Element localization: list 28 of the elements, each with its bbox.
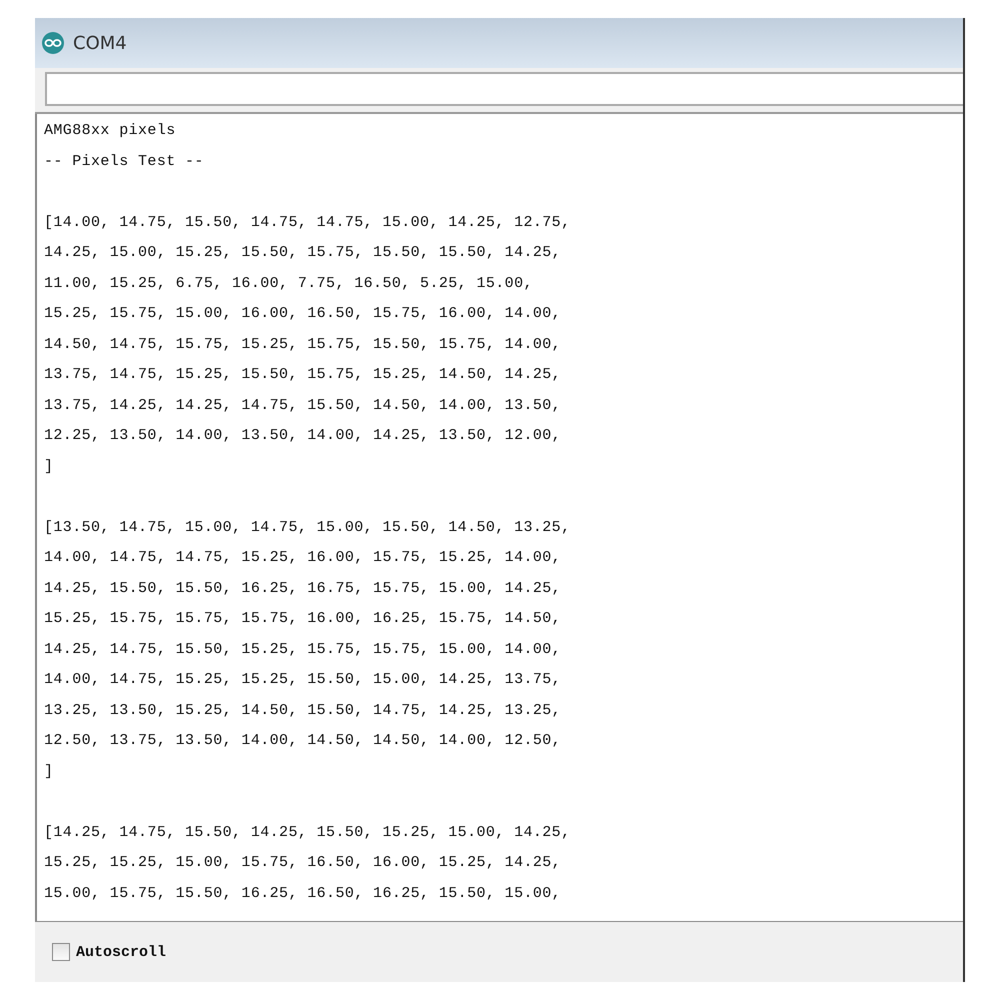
autoscroll-label: Autoscroll <box>76 944 166 960</box>
output-line: 13.25, 13.50, 15.25, 14.50, 15.50, 14.75, 14.25, 13.25, <box>44 700 562 720</box>
output-line: 14.50, 14.75, 15.75, 15.25, 15.75, 15.50, 15.75, 14.00, <box>44 334 562 354</box>
output-line: 15.25, 15.75, 15.00, 16.00, 16.50, 15.75, 16.00, 14.00, <box>44 304 562 324</box>
output-line: 14.25, 14.75, 15.50, 15.25, 15.75, 15.75, 15.00, 14.00, <box>44 640 562 660</box>
output-line: 14.00, 14.75, 14.75, 15.25, 16.00, 15.75, 15.25, 14.00, <box>44 548 562 568</box>
output-line: [13.50, 14.75, 15.00, 14.75, 15.00, 15.50, 14.50, 13.25, <box>44 518 572 538</box>
output-line: ] <box>44 762 54 782</box>
output-line: 14.25, 15.00, 15.25, 15.50, 15.75, 15.50, 15.50, 14.25, <box>44 243 562 263</box>
output-line: [14.25, 14.75, 15.50, 14.25, 15.50, 15.25, 15.00, 14.25, <box>44 822 572 842</box>
output-line: [14.00, 14.75, 15.50, 14.75, 14.75, 15.00, 14.25, 12.75, <box>44 212 572 232</box>
output-line: 13.75, 14.25, 14.25, 14.75, 15.50, 14.50, 14.00, 13.50, <box>44 396 562 416</box>
output-line: -- Pixels Test -- <box>44 152 205 172</box>
output-line: 15.25, 15.25, 15.00, 15.75, 16.50, 16.00, 15.25, 14.25, <box>44 853 562 873</box>
output-line: 13.75, 14.75, 15.25, 15.50, 15.75, 15.25, 14.50, 14.25, <box>44 365 562 385</box>
output-line: AMG88xx pixels <box>44 121 177 141</box>
window-title: COM4 <box>73 32 127 54</box>
output-line: 14.00, 14.75, 15.25, 15.25, 15.50, 15.00, 14.25, 13.75, <box>44 670 562 690</box>
infinity-logo-icon <box>41 31 65 55</box>
output-line: 12.25, 13.50, 14.00, 13.50, 14.00, 14.25, 13.50, 12.00, <box>44 426 562 446</box>
output-line: 11.00, 15.25, 6.75, 16.00, 7.75, 16.50, 5.25, 15.00, <box>44 274 534 294</box>
autoscroll-checkbox[interactable] <box>52 943 70 961</box>
output-line: 12.50, 13.75, 13.50, 14.00, 14.50, 14.50, 14.00, 12.50, <box>44 731 562 751</box>
send-input-field[interactable] <box>45 72 963 106</box>
output-line: ] <box>44 456 54 476</box>
output-line: 15.25, 15.75, 15.75, 15.75, 16.00, 16.25, 15.75, 14.50, <box>44 609 562 629</box>
output-line: 15.00, 15.75, 15.50, 16.25, 16.50, 16.25, 15.50, 15.00, <box>44 884 562 904</box>
output-line: 14.25, 15.50, 15.50, 16.25, 16.75, 15.75, 15.00, 14.25, <box>44 578 562 598</box>
